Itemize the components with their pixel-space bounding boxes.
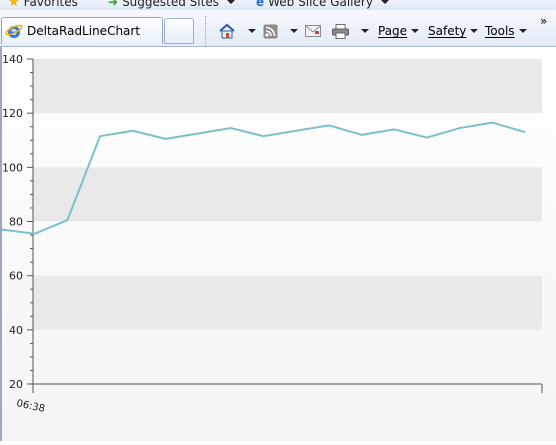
y-tick-label: 40 — [9, 324, 23, 337]
chevron-down-icon — [248, 29, 256, 33]
tools-menu-label: Tools — [485, 24, 515, 38]
chevron-down-icon — [226, 0, 235, 4]
print-button[interactable] — [332, 22, 369, 40]
chevron-down-icon — [470, 29, 479, 33]
chart-container: 20 40 60 80 100 120 140 06:38 — [0, 47, 556, 441]
suggested-sites-button[interactable]: ➜ Suggested Sites — [108, 0, 235, 9]
y-tick-label: 60 — [9, 270, 23, 283]
y-tick-label: 120 — [2, 107, 23, 120]
web-slice-gallery-label: Web Slice Gallery — [268, 0, 373, 9]
grid-band — [33, 59, 542, 114]
chevron-down-icon — [290, 29, 298, 33]
line-chart: 20 40 60 80 100 120 140 06:38 — [1, 53, 543, 415]
home-button[interactable] — [218, 22, 256, 40]
printer-icon — [332, 23, 349, 39]
y-tick-label: 140 — [2, 53, 23, 66]
browser-tab[interactable]: DeltaRadLineChart — [1, 17, 163, 44]
favorites-button[interactable]: ★ Favorites — [8, 0, 78, 10]
tab-title: DeltaRadLineChart — [27, 24, 141, 38]
grid-bands — [33, 59, 542, 330]
rss-feed-icon — [263, 24, 278, 38]
suggested-sites-icon: ➜ — [108, 0, 119, 9]
new-tab-button[interactable] — [164, 18, 194, 44]
safety-menu-label: Safety — [428, 24, 467, 38]
suggested-sites-label: Suggested Sites — [122, 0, 219, 9]
ie-icon: e — [256, 0, 265, 9]
chevron-down-icon — [361, 29, 369, 33]
x-tick-label: 06:38 — [15, 398, 45, 415]
favorites-label: Favorites — [23, 0, 78, 9]
y-tick-label: 80 — [9, 216, 23, 229]
chevron-down-icon — [518, 29, 527, 33]
page-menu[interactable]: Page — [378, 22, 420, 40]
toolbar-separator — [205, 16, 208, 46]
toolbar-overflow-button[interactable]: » — [540, 12, 547, 30]
y-axis-ticks: 20 40 60 80 100 120 140 — [2, 53, 33, 391]
favorites-bar: ★ Favorites ➜ Suggested Sites e Web Slic… — [0, 0, 556, 10]
star-icon: ★ — [8, 0, 20, 10]
feeds-button[interactable] — [263, 22, 298, 40]
home-icon — [219, 23, 235, 39]
tools-menu[interactable]: Tools — [485, 22, 527, 40]
y-tick-label: 20 — [9, 378, 23, 391]
ie-icon — [5, 24, 23, 38]
command-bar: DeltaRadLineChart Page Safety Tools » — [0, 10, 556, 47]
overflow-chevron-icon: » — [540, 14, 548, 28]
chevron-down-icon — [380, 0, 389, 4]
grid-band — [33, 275, 542, 330]
page-menu-label: Page — [378, 24, 408, 38]
safety-menu[interactable]: Safety — [428, 22, 479, 40]
chevron-down-icon — [411, 29, 420, 33]
y-tick-label: 100 — [2, 161, 23, 174]
read-mail-button[interactable] — [305, 22, 321, 40]
mail-icon — [305, 25, 321, 37]
grid-band — [33, 167, 542, 222]
web-slice-gallery-button[interactable]: e Web Slice Gallery — [256, 0, 389, 9]
